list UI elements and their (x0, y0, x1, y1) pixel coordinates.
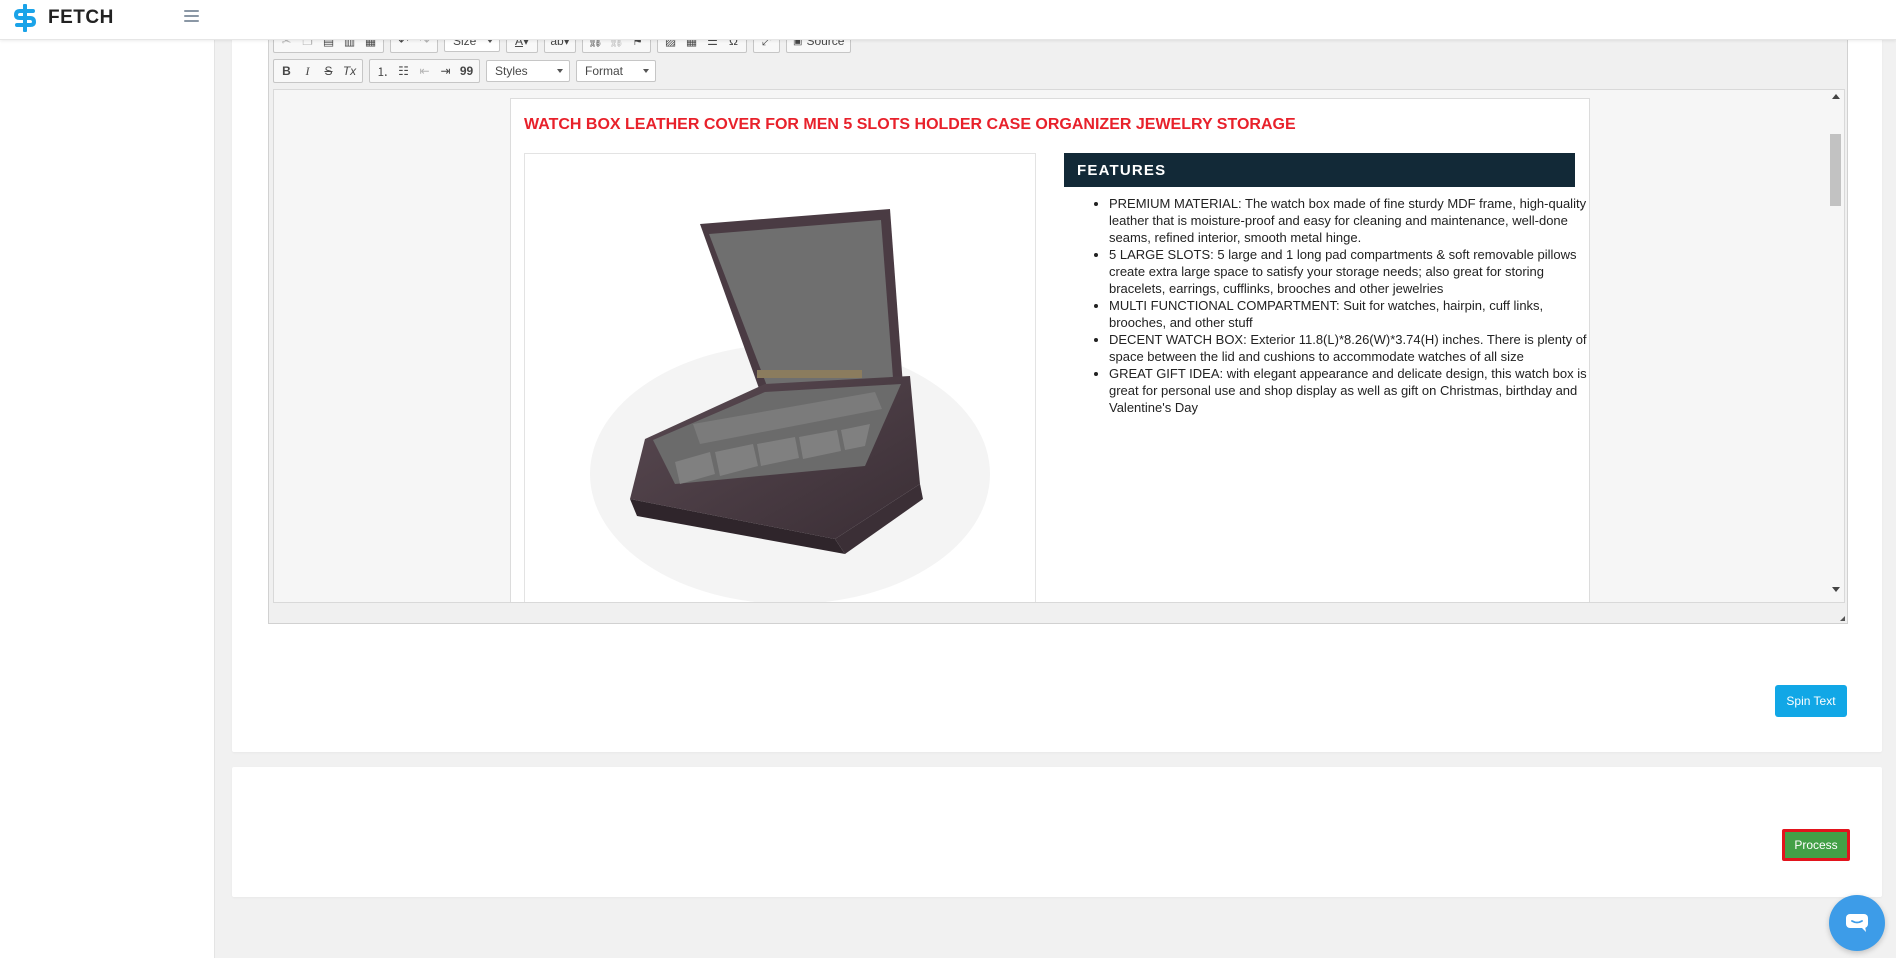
features-heading: FEATURES (1064, 153, 1575, 187)
hamburger-icon[interactable] (184, 10, 199, 24)
numbered-list-icon[interactable]: ⒈ (372, 61, 393, 81)
feature-item: 5 LARGE SLOTS: 5 large and 1 long pad co… (1109, 246, 1599, 297)
feature-item: MULTI FUNCTIONAL COMPARTMENT: Suit for w… (1109, 297, 1599, 331)
toolbar-row-2: B I S Tx ⒈ ☷ ⇤ ⇥ 99 Styles Format (273, 59, 662, 83)
fetch-s-logo-icon (13, 4, 37, 32)
format-dropdown[interactable]: Format (576, 60, 656, 82)
spin-text-button[interactable]: Spin Text (1775, 685, 1847, 717)
strikethrough-button[interactable]: S (318, 61, 339, 81)
basic-styles-group: B I S Tx (273, 59, 363, 83)
product-title: WATCH BOX LEATHER COVER FOR MEN 5 SLOTS … (524, 116, 1296, 133)
styles-dropdown[interactable]: Styles (486, 60, 570, 82)
scroll-down-arrow-icon[interactable] (1832, 587, 1840, 592)
blockquote-button[interactable]: 99 (456, 61, 477, 81)
rich-text-editor: ✂ ❐ ▤ ▥ ▦ ↶ ↷ Size A ▾ ab▾ ⛓ ⛓ ⚑ ▨ ▦ ☰ Ω… (268, 29, 1848, 624)
process-button[interactable]: Process (1782, 829, 1850, 861)
chevron-down-icon (643, 69, 649, 73)
feature-item: GREAT GIFT IDEA: with elegant appearance… (1109, 365, 1599, 416)
product-description-page: WATCH BOX LEATHER COVER FOR MEN 5 SLOTS … (510, 98, 1590, 602)
bulleted-list-icon[interactable]: ☷ (393, 61, 414, 81)
chevron-down-icon (557, 69, 563, 73)
watch-box-illustration (590, 209, 990, 602)
chat-icon (1846, 914, 1868, 932)
outdent-icon[interactable]: ⇤ (414, 61, 435, 81)
brand-logo[interactable]: FETCH (12, 4, 114, 32)
italic-button[interactable]: I (297, 61, 318, 81)
indent-icon[interactable]: ⇥ (435, 61, 456, 81)
brand-name: FETCH (48, 7, 114, 28)
process-card (232, 767, 1882, 897)
scrollbar-thumb[interactable] (1830, 134, 1841, 206)
paragraph-group: ⒈ ☷ ⇤ ⇥ 99 (369, 59, 480, 83)
features-list: PREMIUM MATERIAL: The watch box made of … (1087, 195, 1599, 416)
styles-label: Styles (495, 64, 528, 78)
bold-button[interactable]: B (276, 61, 297, 81)
format-label: Format (585, 64, 624, 78)
chat-bubble-icon[interactable] (1829, 895, 1885, 951)
watch-box-product-image (524, 153, 1036, 602)
resize-handle-icon[interactable] (1840, 616, 1845, 621)
top-navbar: FETCH (0, 0, 1896, 40)
editor-content-area[interactable]: WATCH BOX LEATHER COVER FOR MEN 5 SLOTS … (273, 89, 1845, 603)
scroll-up-arrow-icon[interactable] (1832, 94, 1840, 99)
editor-scrollbar[interactable] (1830, 92, 1842, 598)
feature-item: PREMIUM MATERIAL: The watch box made of … (1109, 195, 1599, 246)
remove-format-button[interactable]: Tx (339, 61, 360, 81)
sidebar (0, 40, 215, 958)
feature-item: DECENT WATCH BOX: Exterior 11.8(L)*8.26(… (1109, 331, 1599, 365)
